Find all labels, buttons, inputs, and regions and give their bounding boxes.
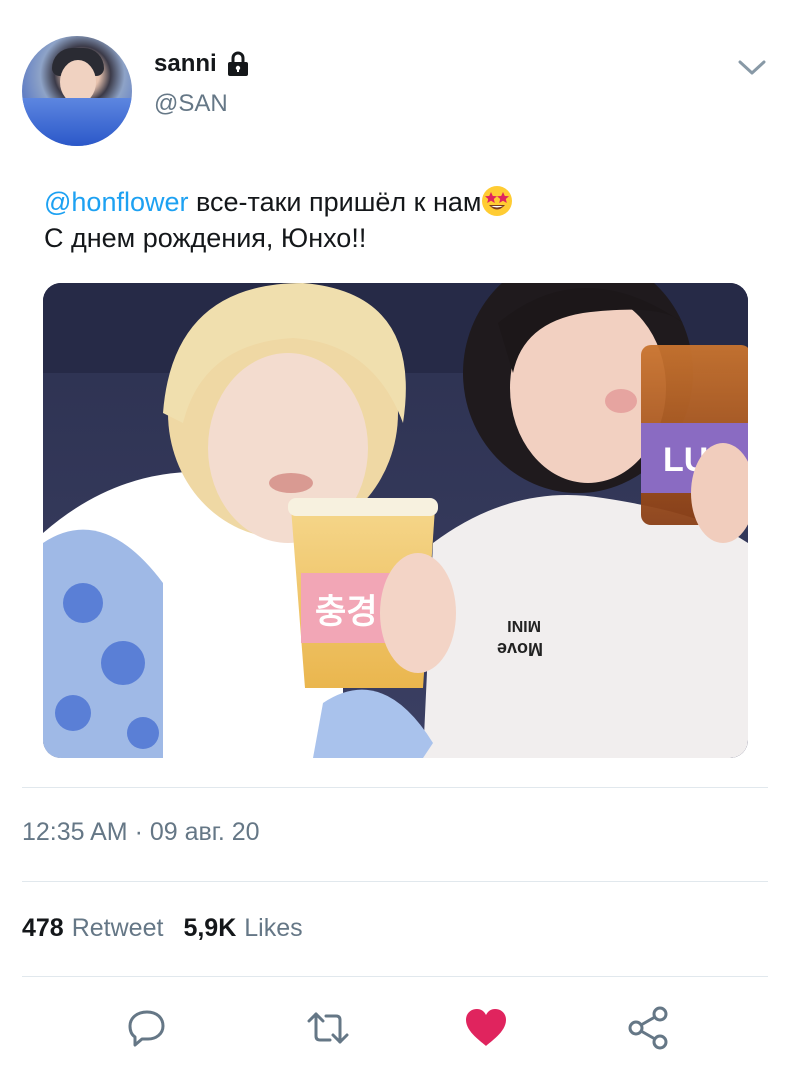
chevron-down-icon	[737, 59, 767, 82]
retweet-label[interactable]: Retweet	[72, 914, 164, 943]
tweet-timestamp[interactable]: 12:35 AM · 09 авг. 20	[22, 818, 260, 847]
tweet-stats: 478 Retweet 5,9K Likes	[22, 914, 323, 943]
retweet-icon	[304, 1006, 352, 1055]
svg-text:MINI: MINI	[507, 617, 541, 634]
lock-icon	[227, 51, 249, 77]
likes-count[interactable]: 5,9K	[183, 914, 236, 943]
more-options-button[interactable]	[732, 50, 772, 90]
divider-top	[22, 787, 768, 788]
divider-middle	[22, 881, 768, 882]
action-bar	[22, 1000, 768, 1060]
tweet-header: sanni @SAN	[22, 36, 772, 152]
tweet-line-1: @honflower все-таки пришёл к нам	[44, 184, 744, 220]
svg-text:Move: Move	[497, 639, 543, 659]
avatar-shirt	[22, 98, 132, 146]
tweet-line-2: С днем рождения, Юнхо!!	[44, 223, 367, 253]
likes-label[interactable]: Likes	[244, 914, 302, 943]
display-name[interactable]: sanni	[154, 50, 217, 78]
reply-button[interactable]	[117, 1000, 177, 1060]
like-button[interactable]	[456, 1000, 516, 1060]
share-button[interactable]	[618, 1000, 678, 1060]
divider-bottom	[22, 976, 768, 977]
like-icon	[462, 1006, 510, 1055]
user-handle[interactable]: @SAN	[154, 90, 228, 118]
name-row: sanni	[154, 50, 249, 78]
retweet-count[interactable]: 478	[22, 914, 64, 943]
avatar[interactable]	[22, 36, 132, 146]
mention-link[interactable]: @honflower	[44, 187, 188, 217]
star-struck-emoji-icon	[481, 185, 513, 217]
retweet-button[interactable]	[298, 1000, 358, 1060]
share-icon	[624, 1004, 672, 1057]
tweet-text: @honflower все-таки пришёл к нам С днем …	[44, 184, 744, 256]
svg-text:충경: 충경	[315, 592, 378, 632]
photo-illustration: Move MINI LUL 충경	[43, 283, 748, 758]
reply-icon	[125, 1006, 169, 1055]
tweet-photo[interactable]: Move MINI LUL 충경	[43, 283, 748, 758]
tweet-line-1-text: все-таки пришёл к нам	[188, 187, 482, 217]
